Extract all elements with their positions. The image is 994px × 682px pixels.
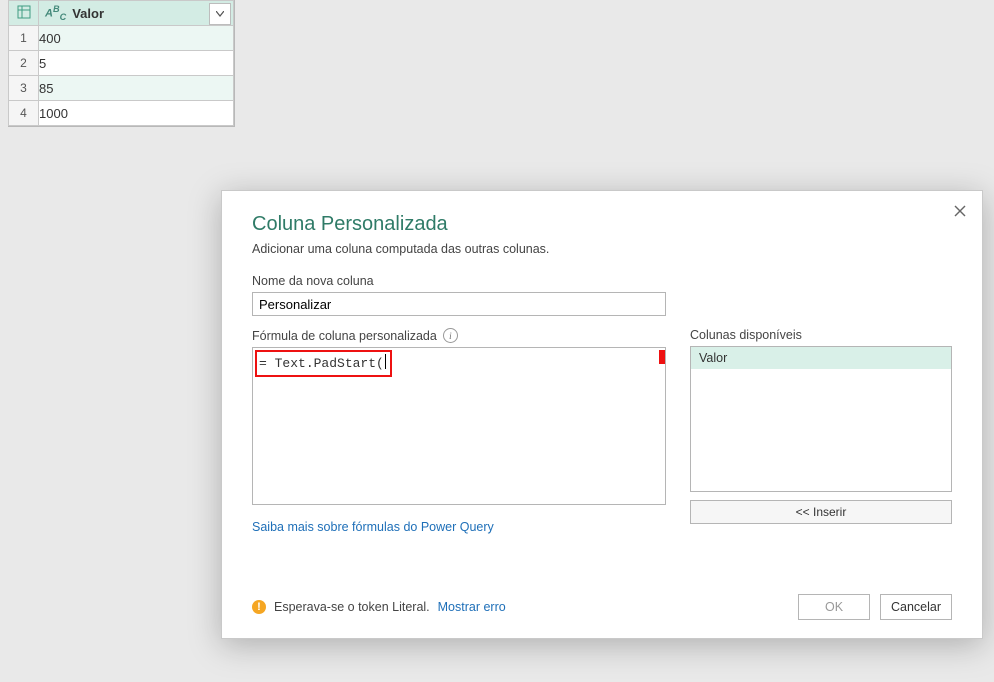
cancel-button[interactable]: Cancelar bbox=[880, 594, 952, 620]
query-preview-table: ABC Valor 1 400 2 5 3 85 bbox=[8, 0, 235, 127]
custom-formula-editor[interactable]: = Text.PadStart( bbox=[252, 347, 666, 505]
row-number-header[interactable] bbox=[9, 1, 39, 26]
dialog-title: Coluna Personalizada bbox=[252, 213, 952, 236]
cell-value[interactable]: 85 bbox=[39, 76, 234, 101]
available-column-item[interactable]: Valor bbox=[691, 347, 951, 369]
table-icon bbox=[17, 5, 31, 19]
formula-label: Fórmula de coluna personalizada i bbox=[252, 328, 666, 343]
column-header-valor[interactable]: ABC Valor bbox=[39, 1, 234, 26]
validation-status: ! Esperava-se o token Literal. Mostrar e… bbox=[252, 600, 506, 614]
ok-button[interactable]: OK bbox=[798, 594, 870, 620]
column-header-label: Valor bbox=[72, 6, 104, 21]
cell-value[interactable]: 1000 bbox=[39, 101, 234, 126]
table-row[interactable]: 3 85 bbox=[9, 76, 234, 101]
formula-error-highlight: = Text.PadStart( bbox=[255, 350, 392, 377]
row-number: 1 bbox=[9, 26, 39, 51]
table-row[interactable]: 1 400 bbox=[9, 26, 234, 51]
new-column-name-input[interactable] bbox=[252, 292, 666, 316]
warning-icon: ! bbox=[252, 600, 266, 614]
text-type-icon: ABC bbox=[45, 4, 66, 22]
text-caret bbox=[385, 354, 386, 369]
error-marker-icon bbox=[659, 350, 665, 364]
new-column-name-label: Nome da nova coluna bbox=[252, 274, 952, 288]
insert-column-button[interactable]: << Inserir bbox=[690, 500, 952, 524]
row-number: 4 bbox=[9, 101, 39, 126]
column-filter-dropdown[interactable] bbox=[209, 3, 231, 25]
available-columns-list[interactable]: Valor bbox=[690, 346, 952, 492]
info-icon[interactable]: i bbox=[443, 328, 458, 343]
chevron-down-icon bbox=[216, 11, 224, 17]
available-columns-label: Colunas disponíveis bbox=[690, 328, 952, 342]
table-row[interactable]: 2 5 bbox=[9, 51, 234, 76]
table-row[interactable]: 4 1000 bbox=[9, 101, 234, 126]
cell-value[interactable]: 5 bbox=[39, 51, 234, 76]
learn-more-link[interactable]: Saiba mais sobre fórmulas do Power Query bbox=[252, 520, 494, 534]
row-number: 2 bbox=[9, 51, 39, 76]
row-number: 3 bbox=[9, 76, 39, 101]
close-icon bbox=[954, 205, 966, 217]
dialog-subtitle: Adicionar uma coluna computada das outra… bbox=[252, 242, 952, 256]
status-text: Esperava-se o token Literal. bbox=[274, 600, 430, 614]
show-error-link[interactable]: Mostrar erro bbox=[438, 600, 506, 614]
cell-value[interactable]: 400 bbox=[39, 26, 234, 51]
close-button[interactable] bbox=[950, 201, 970, 221]
custom-column-dialog: Coluna Personalizada Adicionar uma colun… bbox=[221, 190, 983, 639]
